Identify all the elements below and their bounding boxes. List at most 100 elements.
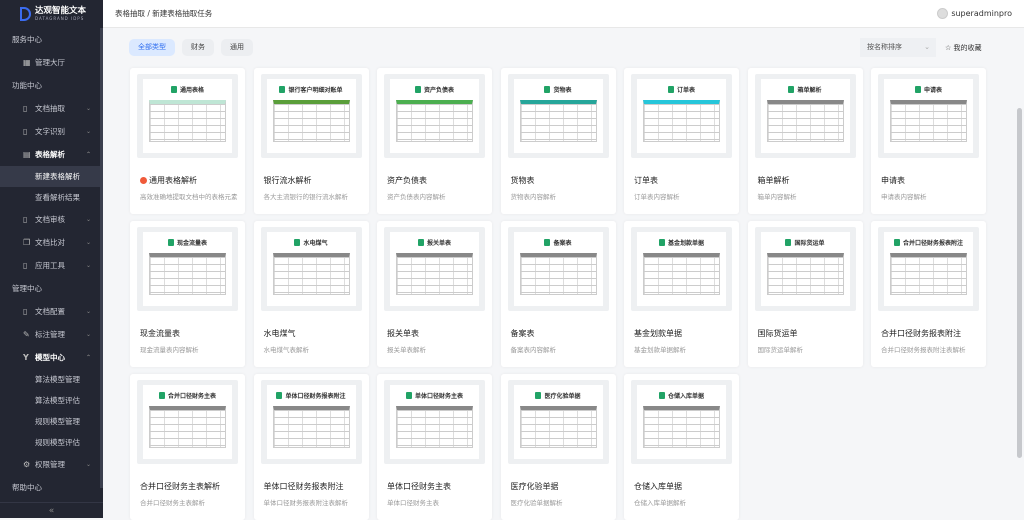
template-card[interactable]: 现金流量表 现金流量表 现金流量表内容解析 (130, 221, 245, 367)
file-icon: ▯ (23, 127, 28, 136)
sidebar-sub[interactable]: 查看解析结果 (0, 187, 103, 208)
card-thumbnail: 申请表 (878, 74, 979, 158)
chevron-icon: ⌄ (85, 239, 91, 246)
template-card[interactable]: 合并口径财务报表附注 合并口径财务报表附注 合并口径财务报表附注表解析 (871, 221, 986, 367)
card-title: 医疗化验单据 (510, 482, 559, 491)
sidebar-item[interactable]: ▦ 管理大厅 (0, 51, 103, 74)
template-card[interactable]: 单体口径财务主表 单体口径财务主表 单体口径财务主表 (377, 374, 492, 520)
preview-table (519, 406, 597, 448)
main-scrollbar[interactable] (1017, 108, 1022, 458)
document-preview: 仓储入库单据 (637, 385, 726, 459)
sidebar-item[interactable]: ❐ 文档比对 ⌄ (0, 231, 103, 254)
card-title: 订单表 (634, 176, 658, 185)
sidebar-sec: 服务中心 (12, 35, 42, 44)
spreadsheet-icon (535, 392, 542, 399)
preview-table (149, 406, 226, 448)
template-card[interactable]: 医疗化验单据 医疗化验单据 医疗化验单据解析 (500, 374, 616, 520)
template-card[interactable]: 箱单解析 箱单解析 箱单内容解析 (747, 68, 863, 214)
sidebar-item[interactable]: ▯ 文档审核 ⌄ (0, 208, 103, 231)
hot-icon (140, 177, 147, 184)
template-card[interactable]: 水电煤气 水电煤气 水电煤气表解析 (253, 221, 369, 367)
sidebar-nav: 服务中心 ▦ 管理大厅功能中心 ▯ 文档抽取 ⌄ ▯ 文字识别 ⌄ ▤ 表格解析 ⌃ 新建表格解析 查看解… (0, 28, 103, 499)
favorites-button[interactable]: ☆ 我的收藏 (945, 43, 982, 53)
sidebar-item[interactable]: ⚙ 权限管理 ⌄ (0, 453, 103, 476)
card-description: 货物表内容解析 (510, 193, 557, 201)
document-preview: 单体口径财务报表附注 (266, 385, 356, 459)
sidebar-sub[interactable]: 算法模型管理 (0, 369, 103, 390)
sidebar-sec: 功能中心 (12, 81, 42, 90)
sidebar-item[interactable]: ▤ 表格解析 ⌃ (0, 143, 103, 166)
brand-sub: DATAGRAND IDPS (35, 16, 85, 21)
sidebar-sub[interactable]: 算法模型评估 (0, 390, 103, 411)
document-preview: 箱单解析 (760, 79, 850, 153)
template-card[interactable]: 资产负债表 资产负债表 资产负债表内容解析 (377, 68, 492, 214)
gear-icon: ⚙ (23, 460, 31, 469)
sidebar-item[interactable]: ✎ 标注管理 ⌄ (0, 323, 103, 346)
preview-title: 货物表 (553, 87, 572, 94)
preview-title: 医疗化验单据 (544, 393, 581, 400)
template-card[interactable]: 货物表 货物表 货物表内容解析 (500, 68, 616, 214)
template-card[interactable]: 合并口径财务主表 合并口径财务主表解析 合并口径财务主表解析 (130, 374, 245, 520)
sidebar-item[interactable]: Y 模型中心 ⌃ (0, 346, 103, 369)
card-thumbnail: 仓储入库单据 (631, 380, 732, 464)
top-header: 表格抽取 / 新建表格抽取任务 superadminpro (103, 0, 1024, 28)
template-card[interactable]: 报关单表 报关单表 报关单表解析 (377, 221, 492, 367)
card-title: 箱单解析 (757, 176, 790, 185)
brand-name: 达观智能文本 (35, 6, 87, 16)
preview-table (272, 253, 350, 295)
template-card[interactable]: 通用表格 通用表格解析 高效准确地提取文档中的表格元素 (130, 68, 245, 214)
card-thumbnail: 现金流量表 (137, 227, 238, 311)
template-card[interactable]: 订单表 订单表 订单表内容解析 (624, 68, 739, 214)
breadcrumb[interactable]: 表格抽取 / 新建表格抽取任务 (115, 8, 212, 19)
sidebar-item[interactable]: ▯ 应用工具 ⌄ (0, 254, 103, 277)
template-card[interactable]: 国际货运单 国际货运单 国际货运单解析 (747, 221, 863, 367)
sort-select[interactable]: 按名称排序 ⌄ (860, 38, 936, 57)
card-description: 医疗化验单据解析 (510, 499, 563, 507)
filter-chip[interactable]: 通用 (221, 39, 253, 56)
sidebar-sub[interactable]: 新建表格解析 (0, 166, 103, 187)
table-icon: ▤ (23, 150, 31, 159)
chevron-icon: ⌄ (85, 216, 91, 223)
sidebar-item[interactable]: ▯ 文档抽取 ⌄ (0, 97, 103, 120)
card-description: 申请表内容解析 (881, 193, 927, 201)
collapse-sidebar-button[interactable]: « (0, 502, 103, 518)
document-preview: 报关单表 (390, 232, 479, 306)
card-title: 水电煤气 (263, 329, 296, 338)
spreadsheet-icon (279, 86, 286, 93)
card-thumbnail: 货物表 (507, 74, 609, 158)
preview-table (149, 253, 226, 295)
spreadsheet-icon (914, 86, 921, 93)
sidebar-sub[interactable]: 规则模型管理 (0, 411, 103, 432)
preview-title: 单体口径财务报表附注 (285, 393, 346, 400)
filter-chip[interactable]: 财务 (182, 39, 214, 56)
filter-chip[interactable]: 全部类型 (129, 39, 175, 56)
copy-icon: ❐ (23, 238, 31, 247)
chevron-icon: ⌄ (85, 262, 91, 269)
template-card[interactable]: 申请表 申请表 申请表内容解析 (871, 68, 986, 214)
template-card[interactable]: 备案表 备案表 备案表内容解析 (500, 221, 616, 367)
sidebar-item[interactable]: ▯ 文字识别 ⌄ (0, 120, 103, 143)
card-thumbnail: 单体口径财务主表 (384, 380, 485, 464)
sidebar-sub[interactable]: 规则模型评估 (0, 432, 103, 453)
user-menu[interactable]: superadminpro (937, 8, 1012, 19)
chevron-down-icon: ⌄ (924, 43, 930, 51)
card-description: 国际货运单解析 (757, 346, 804, 354)
template-card[interactable]: 仓储入库单据 仓储入库单据 仓储入库单据解析 (624, 374, 739, 520)
template-card[interactable]: 单体口径财务报表附注 单体口径财务报表附注 单体口径财务报表附注表解析 (253, 374, 369, 520)
preview-table (272, 100, 350, 142)
document-preview: 订单表 (637, 79, 726, 153)
preview-title: 合并口径财务主表 (167, 393, 216, 400)
template-card[interactable]: 银行客户明细对账单 银行流水解析 各大主流银行的银行流水解析 (253, 68, 369, 214)
preview-title: 通用表格 (179, 87, 204, 94)
card-description: 水电煤气表解析 (263, 346, 310, 354)
sidebar-item[interactable]: ▯ 文档配置 ⌄ (0, 300, 103, 323)
template-card[interactable]: 基金划款单据 基金划款单据 基金划款单据解析 (624, 221, 739, 367)
card-description: 报关单表解析 (387, 346, 426, 354)
document-preview: 申请表 (884, 79, 973, 153)
avatar-icon (937, 8, 949, 19)
sidebar-item-label: 模型中心 (35, 353, 65, 362)
document-preview: 现金流量表 (143, 232, 232, 306)
preview-title: 报关单表 (426, 240, 451, 247)
file-icon: ▯ (23, 104, 28, 113)
card-description: 合并口径财务报表附注表解析 (881, 346, 966, 354)
